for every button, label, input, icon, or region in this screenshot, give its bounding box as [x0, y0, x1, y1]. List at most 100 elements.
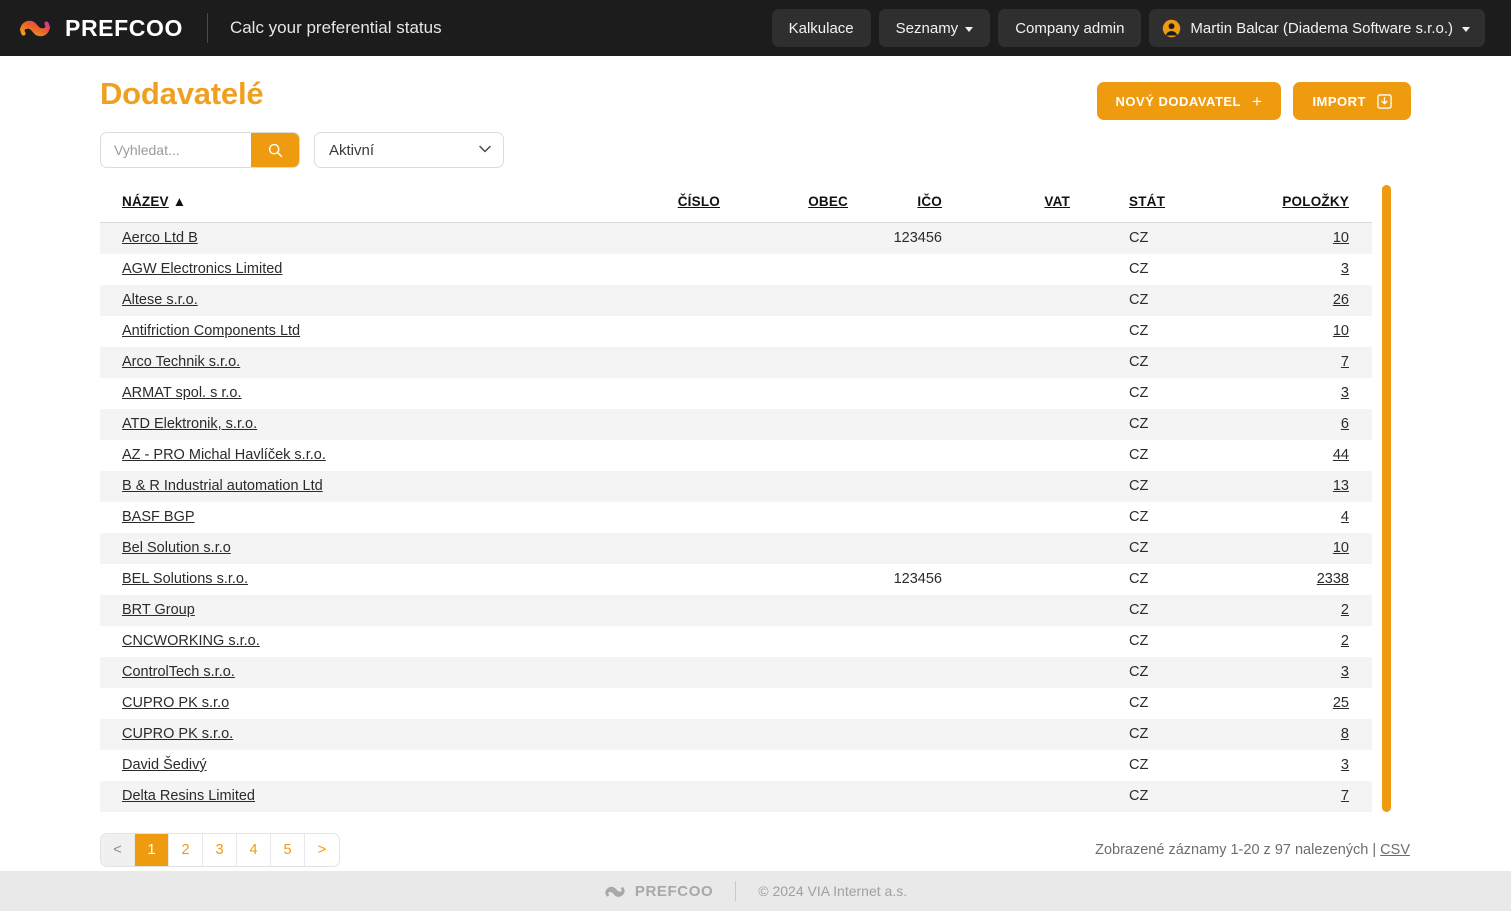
user-menu-button[interactable]: Martin Balcar (Diadema Software s.r.o.) — [1149, 9, 1485, 47]
cell-polozky-link[interactable]: 7 — [1341, 788, 1349, 804]
cell-nazev-link[interactable]: Bel Solution s.r.o — [122, 540, 231, 556]
footer-brand: PREFCOO — [604, 883, 713, 900]
search-submit-button[interactable] — [251, 133, 299, 167]
cell-nazev: ControlTech s.r.o. — [100, 657, 608, 688]
column-header-ico[interactable]: IČO — [866, 185, 994, 223]
cell-polozky-link[interactable]: 2338 — [1317, 571, 1349, 587]
cell-obec — [738, 409, 866, 440]
nav-seznamy-dropdown[interactable]: Seznamy — [878, 9, 991, 47]
cell-nazev-link[interactable]: AZ - PRO Michal Havlíček s.r.o. — [122, 447, 326, 463]
cell-polozky: 3 — [1242, 657, 1372, 688]
cell-cislo — [608, 471, 738, 502]
cell-polozky-link[interactable]: 3 — [1341, 757, 1349, 773]
table-row: Antifriction Components Ltd CZ 10 — [100, 315, 1372, 347]
column-header-nazev-label: NÁZEV — [122, 194, 169, 209]
pagination-page-4[interactable]: 4 — [237, 833, 271, 866]
cell-nazev-link[interactable]: BEL Solutions s.r.o. — [122, 571, 248, 587]
cell-polozky: 7 — [1242, 347, 1372, 378]
column-header-obec[interactable]: OBEC — [738, 185, 866, 223]
cell-polozky-link[interactable]: 3 — [1341, 385, 1349, 401]
pagination-page-2[interactable]: 2 — [169, 833, 203, 866]
cell-polozky-link[interactable]: 10 — [1333, 540, 1349, 556]
cell-polozky: 4 — [1242, 502, 1372, 533]
cell-nazev-link[interactable]: CUPRO PK s.r.o — [122, 695, 229, 711]
cell-polozky-link[interactable]: 7 — [1341, 354, 1349, 370]
cell-polozky-link[interactable]: 25 — [1333, 695, 1349, 711]
status-select[interactable]: Aktivní — [314, 132, 504, 168]
nav-company-admin-button[interactable]: Company admin — [998, 9, 1142, 47]
cell-nazev-link[interactable]: Antifriction Components Ltd — [122, 323, 300, 339]
cell-cislo — [608, 440, 738, 471]
cell-vat — [994, 254, 1122, 285]
cell-polozky-link[interactable]: 44 — [1333, 447, 1349, 463]
nav-kalkulace-button[interactable]: Kalkulace — [771, 9, 871, 47]
table-scrollbar-thumb[interactable] — [1382, 185, 1391, 812]
cell-cislo — [608, 626, 738, 657]
cell-nazev-link[interactable]: David Šedivý — [122, 757, 207, 773]
pagination-next-button[interactable]: > — [305, 833, 339, 866]
column-header-nazev[interactable]: NÁZEV ▲ — [100, 185, 608, 223]
cell-polozky-link[interactable]: 4 — [1341, 509, 1349, 525]
cell-cislo — [608, 781, 738, 812]
cell-polozky-link[interactable]: 6 — [1341, 416, 1349, 432]
column-header-vat[interactable]: VAT — [994, 185, 1122, 223]
cell-obec — [738, 471, 866, 502]
cell-polozky-link[interactable]: 3 — [1341, 261, 1349, 277]
cell-stat: CZ — [1129, 571, 1149, 587]
pagination-page-3[interactable]: 3 — [203, 833, 237, 866]
cell-nazev-link[interactable]: BASF BGP — [122, 509, 195, 525]
pagination-page-5[interactable]: 5 — [271, 833, 305, 866]
cell-polozky-link[interactable]: 26 — [1333, 292, 1349, 308]
cell-nazev-link[interactable]: CNCWORKING s.r.o. — [122, 633, 260, 649]
cell-obec — [738, 688, 866, 719]
cell-nazev-link[interactable]: CUPRO PK s.r.o. — [122, 726, 233, 742]
cell-nazev-link[interactable]: Altese s.r.o. — [122, 292, 198, 308]
cell-nazev: Antifriction Components Ltd — [100, 316, 608, 347]
cell-nazev-link[interactable]: B & R Industrial automation Ltd — [122, 478, 323, 494]
cell-vat — [994, 440, 1122, 471]
cell-nazev: CNCWORKING s.r.o. — [100, 626, 608, 657]
table-row: Delta Resins Limited CZ 7 — [100, 780, 1372, 812]
cell-nazev: Aerco Ltd B — [100, 223, 608, 254]
cell-stat: CZ — [1129, 230, 1149, 247]
cell-polozky-link[interactable]: 2 — [1341, 602, 1349, 618]
column-header-polozky[interactable]: POLOŽKY — [1242, 185, 1372, 223]
cell-polozky-link[interactable]: 3 — [1341, 664, 1349, 680]
search-input[interactable] — [101, 133, 251, 167]
cell-ico — [866, 347, 994, 378]
column-header-stat[interactable]: STÁT — [1122, 185, 1242, 223]
cell-nazev: BEL Solutions s.r.o. — [100, 564, 608, 595]
cell-nazev-link[interactable]: Arco Technik s.r.o. — [122, 354, 240, 370]
cell-stat: CZ — [1129, 664, 1149, 680]
chevron-down-icon — [965, 26, 974, 32]
cell-nazev: B & R Industrial automation Ltd — [100, 471, 608, 502]
column-header-cislo[interactable]: ČÍSLO — [608, 185, 738, 223]
cell-nazev-link[interactable]: BRT Group — [122, 602, 195, 618]
cell-nazev-link[interactable]: ControlTech s.r.o. — [122, 664, 235, 680]
cell-polozky-link[interactable]: 10 — [1333, 230, 1349, 246]
page-title: Dodavatelé — [100, 76, 264, 111]
cell-polozky: 26 — [1242, 285, 1372, 316]
cell-polozky-link[interactable]: 10 — [1333, 323, 1349, 339]
cell-nazev-link[interactable]: AGW Electronics Limited — [122, 261, 282, 277]
cell-stat: CZ — [1129, 416, 1149, 432]
cell-polozky-link[interactable]: 13 — [1333, 478, 1349, 494]
cell-nazev-link[interactable]: ARMAT spol. s r.o. — [122, 385, 242, 401]
brand-logo[interactable]: PREFCOO — [18, 15, 183, 42]
csv-export-link[interactable]: CSV — [1380, 842, 1410, 858]
cell-nazev-link[interactable]: Aerco Ltd B — [122, 230, 198, 246]
cell-polozky-link[interactable]: 2 — [1341, 633, 1349, 649]
cell-polozky: 10 — [1242, 223, 1372, 254]
table-row: AZ - PRO Michal Havlíček s.r.o. CZ 44 — [100, 439, 1372, 471]
pagination-page-1[interactable]: 1 — [135, 833, 169, 866]
header-divider — [206, 13, 208, 43]
import-button[interactable]: IMPORT — [1293, 82, 1411, 120]
cell-ico — [866, 657, 994, 688]
new-supplier-button[interactable]: NOVÝ DODAVATEL + — [1096, 82, 1282, 120]
cell-nazev-link[interactable]: Delta Resins Limited — [122, 788, 255, 804]
cell-polozky-link[interactable]: 8 — [1341, 726, 1349, 742]
cell-polozky: 2 — [1242, 595, 1372, 626]
table-scrollbar[interactable] — [1382, 185, 1391, 812]
cell-nazev: Altese s.r.o. — [100, 285, 608, 316]
cell-nazev-link[interactable]: ATD Elektronik, s.r.o. — [122, 416, 257, 432]
